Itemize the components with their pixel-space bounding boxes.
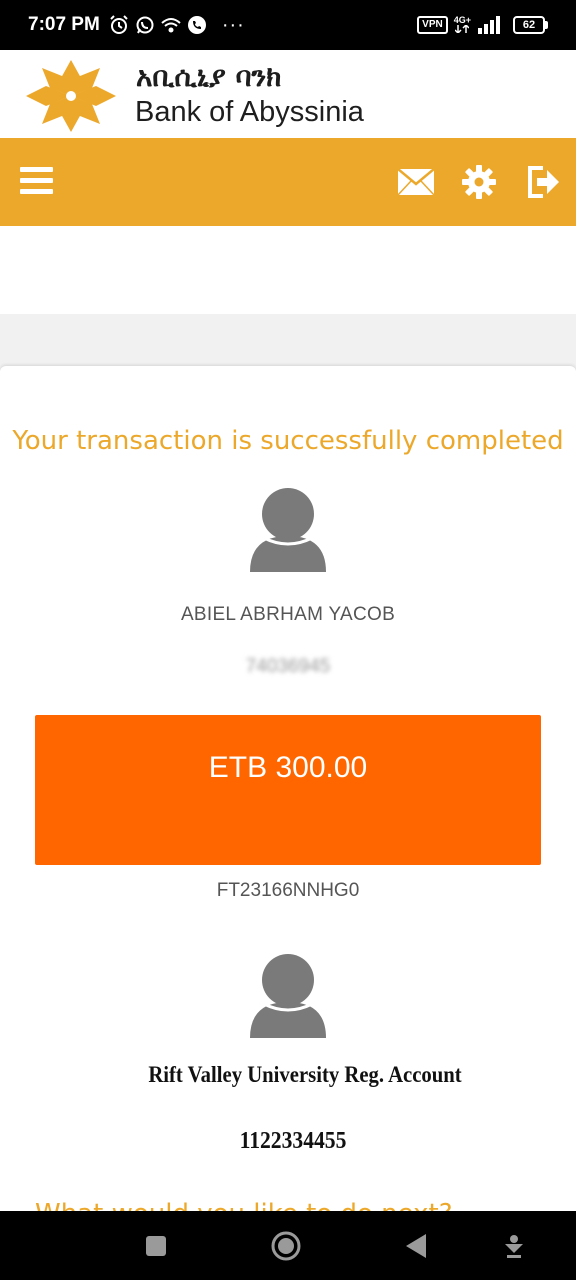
transaction-reference: FT23166NNHG0 <box>216 880 360 901</box>
network-type: 4G+ <box>453 14 471 35</box>
vpn-badge: VPN <box>417 16 448 34</box>
battery-indicator: 62 <box>513 16 548 34</box>
transaction-receipt-card: Your transaction is successfully complet… <box>0 366 576 1212</box>
success-message: Your transaction is successfully complet… <box>12 426 564 456</box>
receiver-name: Rift Valley University Reg. Account <box>148 1062 462 1087</box>
phone-icon <box>186 14 208 36</box>
circle-home-icon[interactable] <box>268 1229 304 1263</box>
brand-header: አቢሲኒያ ባንክ Bank of Abyssinia <box>0 50 576 138</box>
status-right-group: VPN 4G+ 62 <box>417 14 548 36</box>
receiver-avatar-icon <box>250 954 326 1038</box>
square-recents-icon[interactable] <box>138 1229 174 1263</box>
more-notifications-icon: ··· <box>221 14 245 36</box>
page-background-band <box>0 314 576 374</box>
triangle-back-icon[interactable] <box>398 1229 434 1263</box>
alarm-icon <box>108 14 130 36</box>
wifi-call-icon <box>160 14 182 36</box>
download-assist-icon[interactable] <box>496 1229 532 1263</box>
receiver-account-number: 1122334455 <box>239 1128 347 1154</box>
status-time: 7:07 PM <box>28 14 100 35</box>
system-navigation-bar <box>0 1211 576 1280</box>
status-bar: 7:07 PM ··· VPN 4G+ 62 <box>0 0 576 50</box>
brand-name-english: Bank of Abyssinia <box>135 96 364 128</box>
sender-name: ABIEL ABRHAM YACOB <box>180 604 396 625</box>
sender-avatar-icon <box>250 488 326 572</box>
star-logo-icon <box>26 60 116 132</box>
network-type-label: 4G+ <box>453 14 471 25</box>
amount-value: ETB 300.00 <box>208 751 368 784</box>
brand-name-amharic: አቢሲኒያ ባንክ <box>136 60 282 93</box>
battery-tip <box>545 21 548 29</box>
sender-account-number: 74036945 <box>245 656 331 677</box>
signal-icon <box>477 14 503 36</box>
amount-display: ETB 300.00 <box>35 715 541 865</box>
logout-icon[interactable] <box>524 163 564 201</box>
gear-icon[interactable] <box>459 163 499 201</box>
whatsapp-icon <box>134 14 156 36</box>
content-spacer <box>0 226 576 314</box>
hamburger-menu-icon[interactable] <box>20 167 54 197</box>
battery-level: 62 <box>513 16 545 34</box>
mail-icon[interactable] <box>396 163 436 201</box>
app-toolbar <box>0 138 576 226</box>
